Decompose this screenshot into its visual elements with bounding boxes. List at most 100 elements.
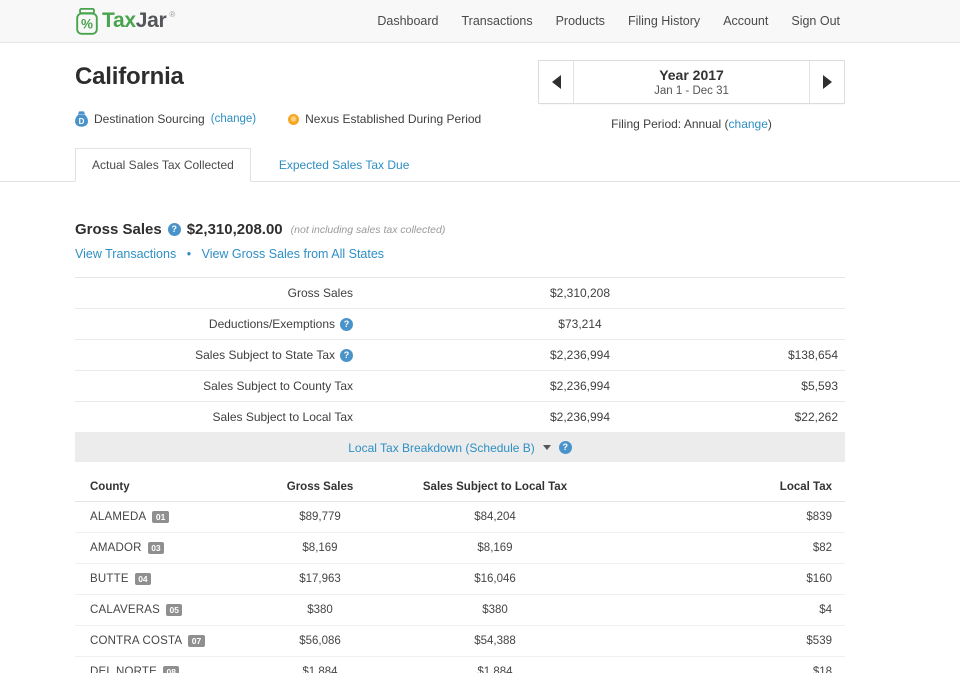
gross-sales-note: (not including sales tax collected) xyxy=(291,224,446,236)
county-table-row: DEL NORTE 08 $1,884 $1,884 $18 xyxy=(75,657,845,673)
taxjar-jar-icon: % xyxy=(75,8,99,35)
nexus-status-icon xyxy=(288,114,299,125)
summary-row-label: Sales Subject to Local Tax xyxy=(75,410,353,424)
county-name: CALAVERAS xyxy=(90,604,160,616)
summary-row-base-amount: $2,236,994 xyxy=(353,410,807,424)
brand-wordmark: TaxJar xyxy=(102,8,166,34)
county-local-tax: $539 xyxy=(585,635,845,647)
summary-row-tax-amount: $5,593 xyxy=(807,379,845,393)
header-county: County xyxy=(75,481,235,493)
summary-row-base-amount: $2,236,994 xyxy=(353,379,807,393)
county-name: AMADOR xyxy=(90,542,142,554)
filing-period: Filing Period: Annual (change) xyxy=(538,117,845,131)
county-name: BUTTE xyxy=(90,573,129,585)
county-gross-sales: $8,169 xyxy=(235,542,405,554)
nav-item[interactable]: Transactions xyxy=(462,14,533,28)
next-period-button[interactable] xyxy=(809,61,844,103)
taxjar-brand[interactable]: % TaxJar ® xyxy=(75,8,175,35)
county-table-row: BUTTE 04 $17,963 $16,046 $160 xyxy=(75,564,845,595)
local-tax-breakdown-link[interactable]: Local Tax Breakdown (Schedule B) xyxy=(348,441,535,455)
filing-period-change-link[interactable]: change xyxy=(729,117,768,131)
county-code-badge: 05 xyxy=(166,604,182,616)
period-selector: Year 2017 Jan 1 - Dec 31 xyxy=(538,60,845,104)
summary-row-base-amount: $73,214 xyxy=(353,317,807,331)
header-sales-subject-local-tax: Sales Subject to Local Tax xyxy=(405,481,585,493)
county-gross-sales: $89,779 xyxy=(235,511,405,523)
gross-sales-heading: Gross Sales ? $2,310,208.00 (not includi… xyxy=(75,221,845,238)
help-icon[interactable]: ? xyxy=(340,349,353,362)
nav-item[interactable]: Products xyxy=(556,14,605,28)
county-gross-sales: $56,086 xyxy=(235,635,405,647)
nexus-badge: Nexus Established During Period xyxy=(288,112,481,126)
county-sales-subject-local-tax: $8,169 xyxy=(405,542,585,554)
tabs-bar: Actual Sales Tax Collected Expected Sale… xyxy=(0,148,960,182)
county-local-tax: $18 xyxy=(585,666,845,673)
county-table-row: CONTRA COSTA 07 $56,086 $54,388 $539 xyxy=(75,626,845,657)
sourcing-change-link[interactable]: (change) xyxy=(211,113,256,125)
svg-text:%: % xyxy=(81,16,93,31)
status-badges: D Destination Sourcing (change) Nexus Es… xyxy=(75,111,481,127)
county-name: ALAMEDA xyxy=(90,511,146,523)
county-gross-sales: $380 xyxy=(235,604,405,616)
tab-actual-sales-tax-collected[interactable]: Actual Sales Tax Collected xyxy=(75,148,251,182)
county-sales-subject-local-tax: $1,884 xyxy=(405,666,585,673)
county-code-badge: 04 xyxy=(135,573,151,585)
county-local-tax: $82 xyxy=(585,542,845,554)
link-separator: • xyxy=(187,247,191,261)
view-transactions-link[interactable]: View Transactions xyxy=(75,247,176,261)
destination-sourcing-badge: D Destination Sourcing (change) xyxy=(75,111,256,127)
county-gross-sales: $17,963 xyxy=(235,573,405,585)
summary-row-label: Deductions/Exemptions ? xyxy=(75,317,353,331)
county-gross-sales: $1,884 xyxy=(235,666,405,673)
county-name: DEL NORTE xyxy=(90,666,157,673)
nav-item[interactable]: Filing History xyxy=(628,14,700,28)
chevron-down-icon[interactable] xyxy=(543,445,551,450)
summary-row-label: Sales Subject to County Tax xyxy=(75,379,353,393)
summary-row-base-amount: $2,310,208 xyxy=(353,286,807,300)
summary-row-tax-amount: $22,262 xyxy=(807,410,845,424)
registered-mark: ® xyxy=(169,10,175,19)
gross-sales-label: Gross Sales xyxy=(75,221,162,238)
nav-menu: Dashboard Transactions Products Filing H… xyxy=(377,14,840,28)
county-local-tax: $4 xyxy=(585,604,845,616)
county-code-badge: 03 xyxy=(148,542,164,554)
county-local-tax: $160 xyxy=(585,573,845,585)
county-table-row: AMADOR 03 $8,169 $8,169 $82 xyxy=(75,533,845,564)
page-header: California D Destination Sourcing (chang… xyxy=(75,43,845,131)
header-local-tax: Local Tax xyxy=(585,481,845,493)
summary-row-label: Gross Sales xyxy=(75,286,353,300)
help-icon[interactable]: ? xyxy=(340,318,353,331)
county-table-row: CALAVERAS 05 $380 $380 $4 xyxy=(75,595,845,626)
summary-row-tax-amount: $138,654 xyxy=(807,348,845,362)
county-table-row: ALAMEDA 01 $89,779 $84,204 $839 xyxy=(75,502,845,533)
chevron-left-icon xyxy=(552,75,561,89)
nav-item[interactable]: Account xyxy=(723,14,768,28)
county-table: County Gross Sales Sales Subject to Loca… xyxy=(75,472,845,673)
summary-table: Gross Sales $2,310,208 Deductions/Exempt… xyxy=(75,277,845,433)
view-gross-sales-all-states-link[interactable]: View Gross Sales from All States xyxy=(202,247,384,261)
county-code-badge: 01 xyxy=(152,511,168,523)
summary-table-row: Sales Subject to State Tax ? $2,236,994 … xyxy=(75,340,845,371)
county-code-badge: 08 xyxy=(163,666,179,673)
help-icon[interactable]: ? xyxy=(168,223,181,236)
summary-table-row: Gross Sales $2,310,208 xyxy=(75,278,845,309)
county-table-body: ALAMEDA 01 $89,779 $84,204 $839 AMADOR 0… xyxy=(75,502,845,673)
help-icon[interactable]: ? xyxy=(559,441,572,454)
county-sales-subject-local-tax: $380 xyxy=(405,604,585,616)
previous-period-button[interactable] xyxy=(539,61,574,103)
gross-sales-links: View Transactions • View Gross Sales fro… xyxy=(75,247,845,261)
period-range: Jan 1 - Dec 31 xyxy=(654,85,729,97)
header-gross-sales: Gross Sales xyxy=(235,481,405,493)
summary-table-row: Sales Subject to County Tax $2,236,994 $… xyxy=(75,371,845,402)
schedule-b-band: Local Tax Breakdown (Schedule B) ? xyxy=(75,433,845,462)
svg-text:D: D xyxy=(79,117,85,126)
tab-expected-sales-tax-due[interactable]: Expected Sales Tax Due xyxy=(263,149,426,181)
county-sales-subject-local-tax: $84,204 xyxy=(405,511,585,523)
page-title: California xyxy=(75,63,481,91)
summary-table-row: Deductions/Exemptions ? $73,214 xyxy=(75,309,845,340)
period-title: Year 2017 xyxy=(659,67,724,83)
county-sales-subject-local-tax: $54,388 xyxy=(405,635,585,647)
nav-item[interactable]: Sign Out xyxy=(791,14,840,28)
nav-item[interactable]: Dashboard xyxy=(377,14,438,28)
county-table-header: County Gross Sales Sales Subject to Loca… xyxy=(75,472,845,502)
